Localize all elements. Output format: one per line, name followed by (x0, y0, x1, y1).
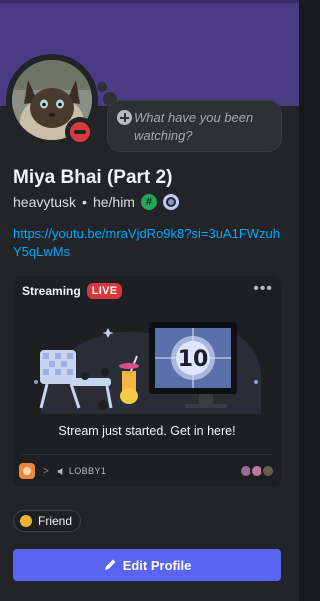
bubble-tail-small (97, 82, 107, 92)
activity-caption: Stream just started. Get in here! (58, 424, 236, 438)
speaker-icon (57, 467, 63, 475)
activity-header: Streaming LIVE (22, 283, 123, 299)
activity-footer: > LOBBY1 (19, 460, 275, 482)
server-icon[interactable] (19, 463, 35, 479)
dnd-status-icon (70, 122, 90, 142)
more-horizontal-icon[interactable]: ••• (253, 280, 273, 298)
display-name: Miya Bhai (Part 2) (13, 167, 173, 188)
voice-channel-name[interactable]: LOBBY1 (69, 466, 106, 476)
tv-countdown: 10 (178, 347, 209, 372)
handle-row: heavytusk • he/him # (13, 193, 179, 211)
friend-dot-icon (20, 515, 32, 527)
stream-illustration: 10 (34, 322, 261, 414)
status-placeholder: What have you been watching? (134, 110, 254, 143)
pencil-icon (104, 559, 116, 570)
separator: • (82, 194, 87, 210)
nitro-badge-icon[interactable] (162, 194, 179, 210)
friend-chip[interactable]: Friend (13, 510, 82, 532)
activity-title: Streaming (22, 284, 81, 298)
edit-profile-button[interactable]: Edit Profile (13, 549, 281, 581)
profile-card: What have you been watching? Miya Bhai (… (0, 0, 299, 601)
plus-circle-icon (117, 110, 132, 125)
pronouns: he/him (92, 194, 135, 210)
live-badge: LIVE (86, 283, 123, 299)
banner-edge (0, 0, 299, 3)
edit-profile-label: Edit Profile (122, 557, 192, 573)
username[interactable]: heavytusk (13, 194, 76, 210)
activity-card: Streaming LIVE ••• 10 Stream just starte… (13, 276, 281, 487)
activity-divider (21, 454, 273, 455)
friend-label: Friend (38, 514, 73, 528)
custom-status-bubble[interactable]: What have you been watching? (107, 100, 282, 152)
chevron-right-icon: > (43, 465, 49, 477)
viewer-avatars[interactable] (239, 464, 275, 478)
bio-link[interactable]: https://youtu.be/mraVjdRo9k8?si=3uA1FWzu… (13, 225, 283, 261)
hashtag-badge-icon[interactable]: # (140, 194, 157, 210)
viewer-avatar (261, 464, 275, 478)
